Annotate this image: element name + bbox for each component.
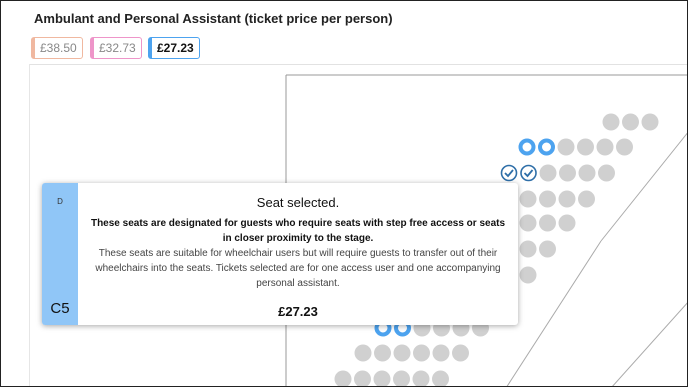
- seat[interactable]: [577, 138, 594, 156]
- tooltip-row-label: D: [57, 197, 63, 206]
- seat[interactable]: [578, 190, 595, 208]
- seat[interactable]: [393, 344, 411, 362]
- seat[interactable]: [557, 138, 575, 156]
- seat[interactable]: [598, 164, 615, 182]
- tooltip-bold-text: These seats are designated for guests wh…: [90, 218, 506, 244]
- seat[interactable]: [539, 214, 556, 232]
- seat-access[interactable]: [538, 138, 555, 156]
- tooltip-price: £27.23: [278, 304, 318, 319]
- seat[interactable]: [539, 164, 557, 182]
- seat[interactable]: [558, 190, 576, 208]
- seat-access[interactable]: [518, 138, 536, 156]
- seat[interactable]: [519, 266, 537, 284]
- seat[interactable]: [432, 370, 449, 387]
- seat[interactable]: [354, 344, 372, 362]
- tooltip-body-text: These seats are suitable for wheelchair …: [95, 248, 501, 289]
- seat[interactable]: [602, 113, 620, 131]
- seat[interactable]: [622, 113, 639, 131]
- seat[interactable]: [412, 370, 430, 387]
- seat[interactable]: [559, 164, 576, 182]
- tooltip-seat-band: D C5: [42, 183, 78, 325]
- seat[interactable]: [373, 370, 391, 387]
- tooltip-heading: Seat selected.: [256, 195, 340, 210]
- seat[interactable]: [539, 240, 556, 258]
- aisle-line: [600, 132, 687, 242]
- seat[interactable]: [539, 190, 556, 208]
- seat[interactable]: [578, 164, 596, 182]
- seat[interactable]: [334, 370, 352, 387]
- tooltip-body: Seat selected. These seats are designate…: [78, 183, 518, 325]
- seat[interactable]: [432, 344, 450, 362]
- seat[interactable]: [596, 138, 614, 156]
- seat[interactable]: [519, 190, 537, 208]
- seat[interactable]: [616, 138, 633, 156]
- aisle-line: [506, 240, 602, 386]
- seat[interactable]: [519, 214, 537, 232]
- seat-tooltip: D C5 Seat selected. These seats are desi…: [42, 183, 518, 325]
- seat-selected-check-icon[interactable]: [500, 164, 518, 182]
- seat-map-panel: Ambulant and Personal Assistant (ticket …: [0, 0, 688, 387]
- seat[interactable]: [374, 344, 391, 362]
- seat[interactable]: [452, 344, 469, 362]
- seat[interactable]: [519, 240, 537, 258]
- seat[interactable]: [413, 344, 430, 362]
- seat[interactable]: [558, 214, 576, 232]
- seat[interactable]: [641, 113, 659, 131]
- tooltip-seat-label: C5: [50, 300, 70, 317]
- seat[interactable]: [393, 370, 410, 387]
- aisle-line: [612, 302, 687, 386]
- seat-selected-check-icon[interactable]: [520, 164, 537, 182]
- seat[interactable]: [354, 370, 371, 387]
